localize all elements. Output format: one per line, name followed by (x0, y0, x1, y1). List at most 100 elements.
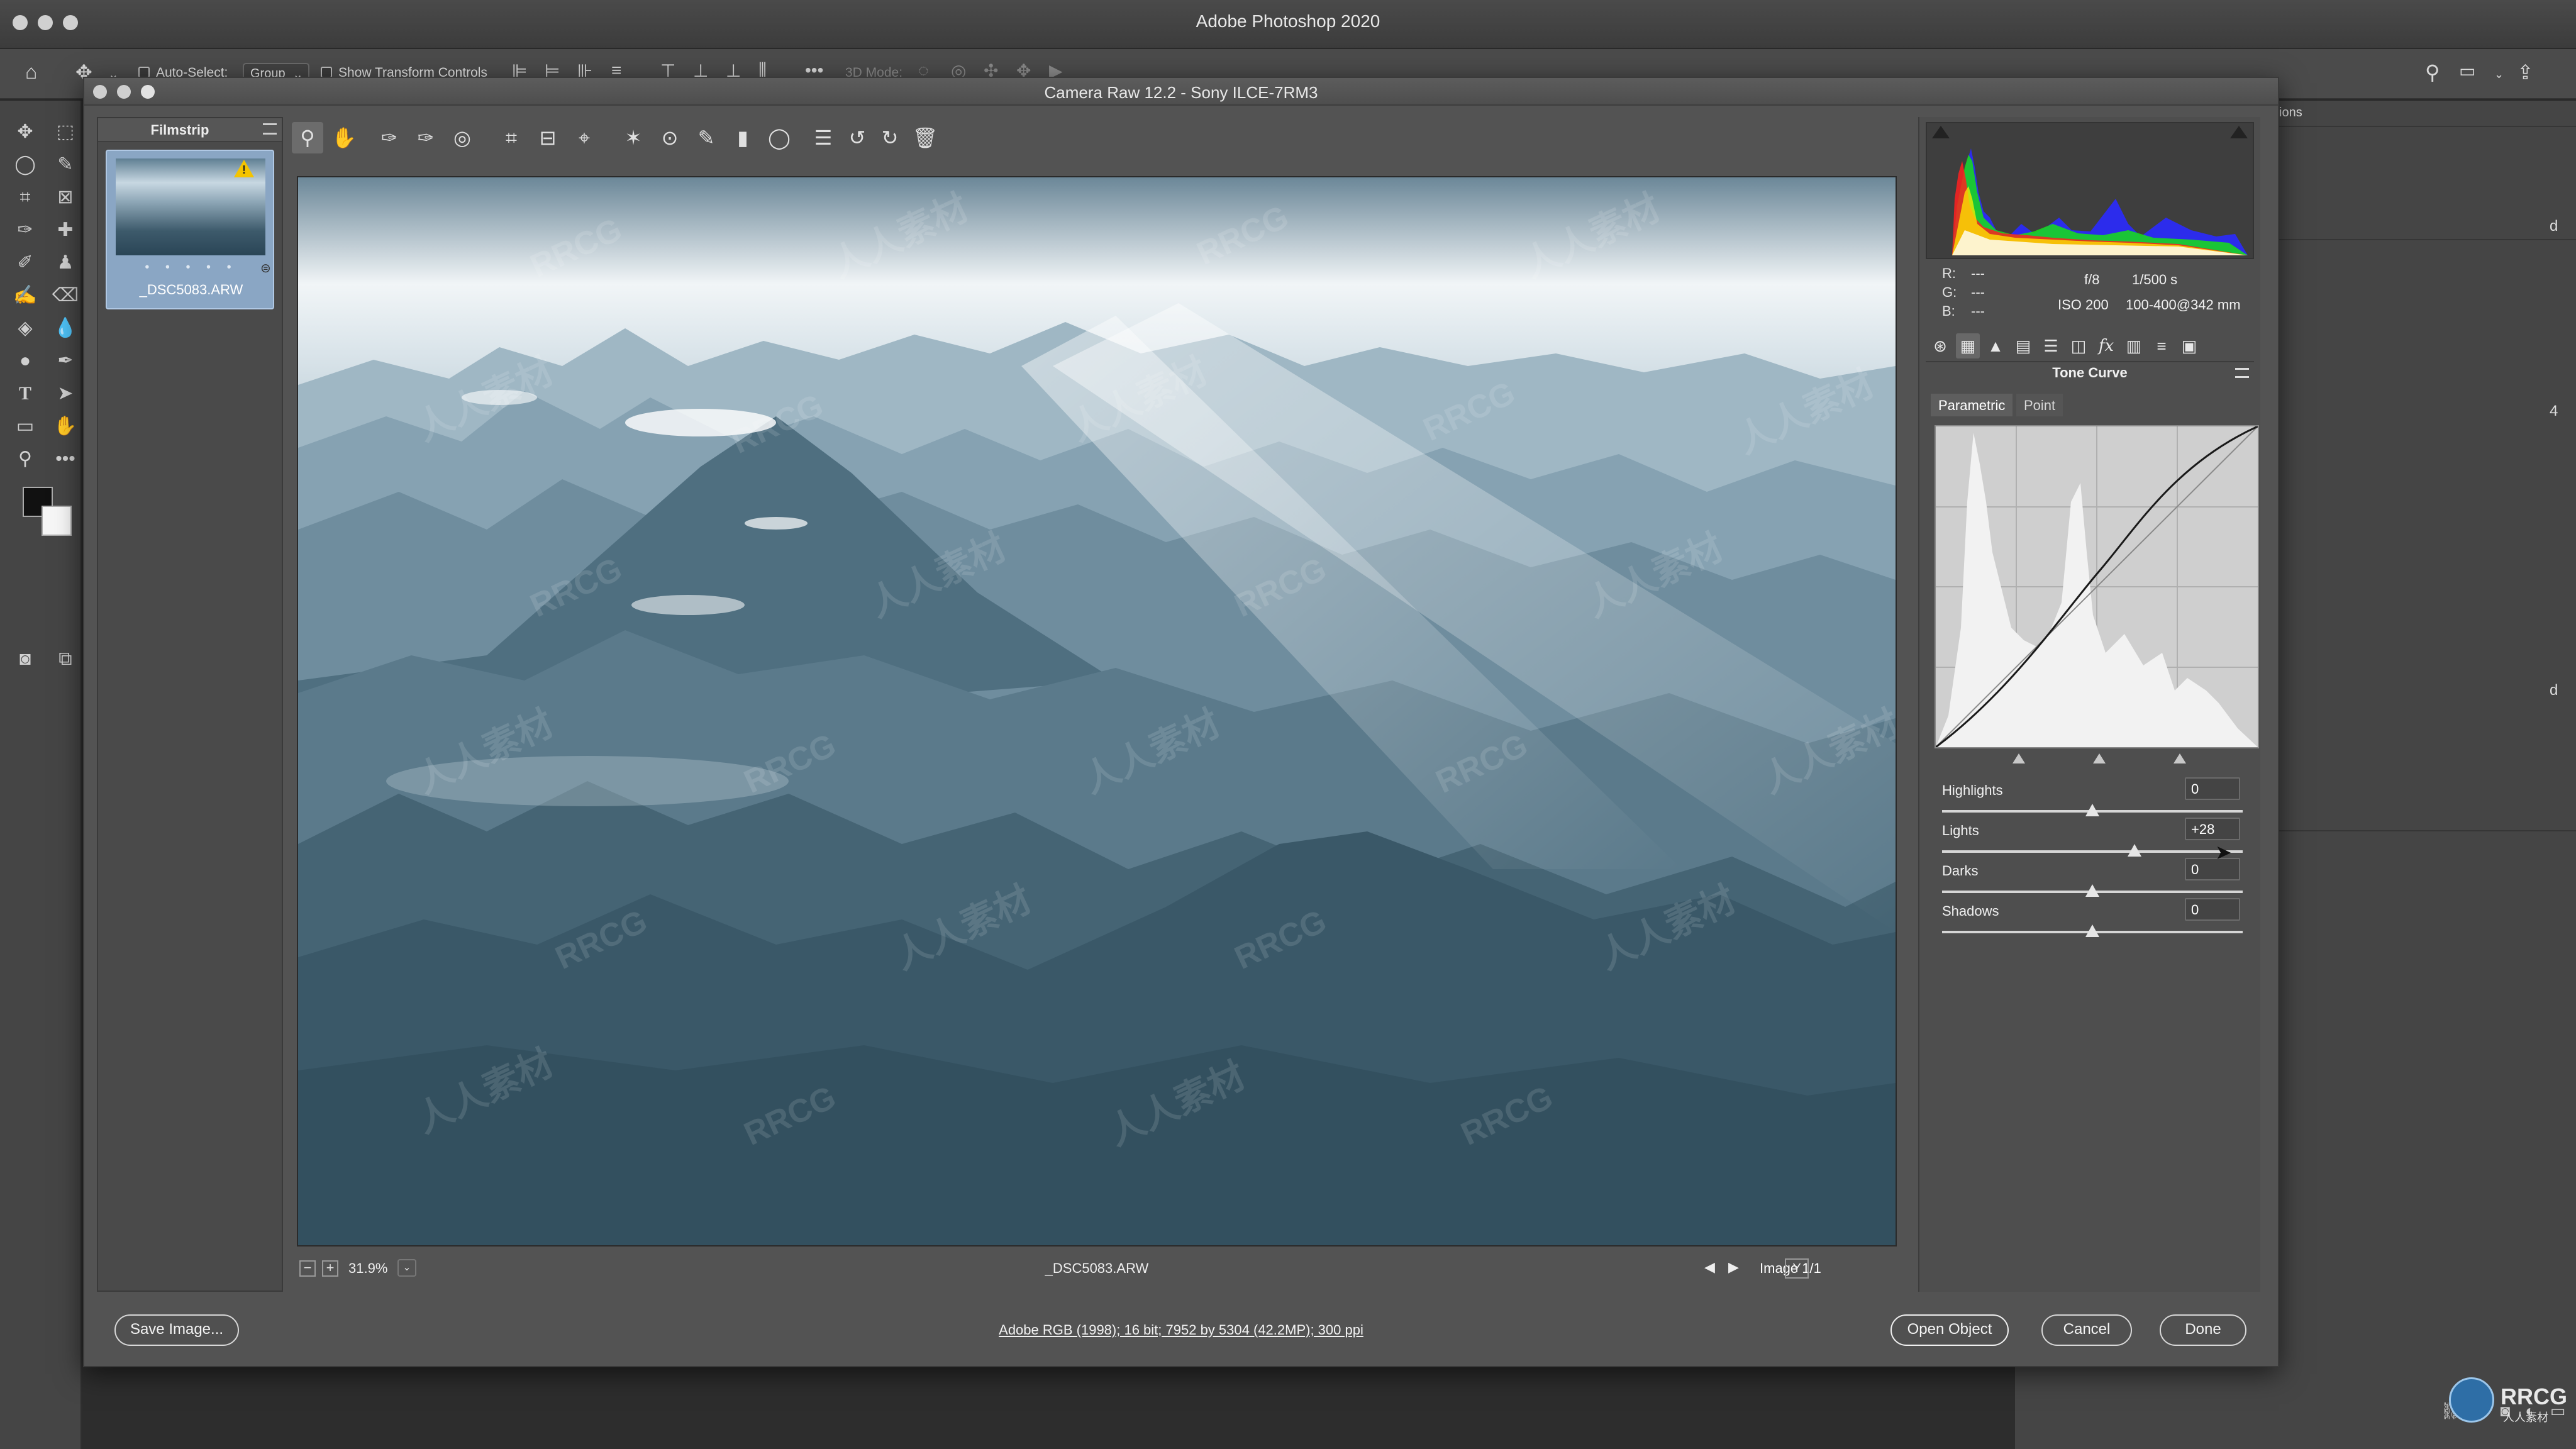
straighten-icon[interactable]: ⊟ (532, 122, 564, 153)
watermark-text: RRCG (726, 387, 829, 461)
dialog-title: Camera Raw 12.2 - Sony ILCE-7RM3 (1044, 83, 1318, 102)
highlights-slider-thumb[interactable] (2085, 804, 2099, 816)
stamp-icon[interactable]: ♟ (52, 249, 79, 277)
screen-mode-icon[interactable]: ⧉ (52, 645, 79, 673)
quick-mask-icon[interactable]: ◙ (11, 645, 39, 673)
cancel-button[interactable]: Cancel (2041, 1314, 2132, 1346)
move-icon[interactable]: ✥ (11, 118, 39, 146)
app-title: Adobe Photoshop 2020 (1196, 11, 1380, 31)
lasso-icon[interactable]: ◯ (11, 151, 39, 179)
red-eye-icon[interactable]: ⊙ (654, 122, 686, 153)
tab-point[interactable]: Point (2016, 394, 2063, 416)
type-icon[interactable]: T (11, 380, 39, 408)
filmstrip-menu-icon[interactable] (263, 123, 277, 135)
paint-bucket-icon[interactable]: ◈ (11, 314, 39, 342)
trash-icon[interactable]: 🗑 (909, 122, 941, 153)
zoom-icon[interactable]: ⚲ (11, 445, 39, 473)
quick-select-icon[interactable]: ✎ (52, 151, 79, 179)
shadows-slider-thumb[interactable] (2085, 924, 2099, 937)
home-icon[interactable]: ⌂ (25, 60, 37, 84)
filmstrip-thumbnail[interactable]: ! • • • • • ⊜ _DSC5083.ARW (106, 150, 274, 309)
lens-corrections-tab-icon[interactable]: ◫ (2067, 333, 2090, 358)
panel-title: Tone Curve (1926, 365, 2254, 387)
zoom-tool-icon[interactable]: ⚲ (292, 122, 323, 153)
hand-icon[interactable]: ✋ (52, 413, 79, 440)
shadows-value[interactable]: 0 (2185, 898, 2240, 921)
highlights-value[interactable]: 0 (2185, 777, 2240, 800)
crop-icon[interactable]: ⌗ (11, 184, 39, 211)
dodge-icon[interactable]: ● (11, 347, 39, 375)
rating-stars[interactable]: • • • • • (107, 260, 275, 275)
rotate-right-icon[interactable]: ↻ (874, 122, 906, 153)
tone-curve-graph[interactable] (1935, 425, 2259, 748)
effects-tab-icon[interactable]: fx (2094, 333, 2118, 358)
lights-slider-track[interactable] (1942, 850, 2243, 853)
split-point-shadows-handle[interactable] (2012, 753, 2025, 763)
next-image-button[interactable]: ▶ (1728, 1259, 1739, 1275)
thumbnail-filename: _DSC5083.ARW (139, 282, 243, 297)
split-point-midtones-handle[interactable] (2093, 753, 2106, 763)
previous-image-button[interactable]: ◀ (1704, 1259, 1715, 1275)
rectangle-icon[interactable]: ▭ (11, 413, 39, 440)
snapshots-tab-icon[interactable]: ▣ (2177, 333, 2201, 358)
transform-icon[interactable]: ⌖ (569, 122, 600, 153)
watermark-text: RRCG (1230, 903, 1332, 977)
spot-removal-icon[interactable]: ✶ (618, 122, 649, 153)
graduated-filter-icon[interactable]: ▮ (727, 122, 758, 153)
split-point-highlights-handle[interactable] (2174, 753, 2186, 763)
detail-tab-icon[interactable]: ▲ (1984, 333, 2007, 358)
crop-tool-icon[interactable]: ⌗ (496, 122, 527, 153)
preview-area[interactable]: RRCG 人人素材 RRCG 人人素材 人人素材 RRCG 人人素材 RRCG 人人素材 RRCG… (297, 176, 1897, 1246)
targeted-adjustment-icon[interactable]: ◎ (447, 122, 478, 153)
b-value: --- (1971, 303, 1985, 319)
watermark-text: 人人素材 (1064, 350, 1214, 449)
background-color-swatch[interactable] (42, 506, 72, 536)
search-icon[interactable]: ⚲ (2425, 60, 2440, 84)
workspace-icon[interactable]: ▭ (2459, 60, 2475, 81)
hand-tool-icon[interactable]: ✋ (328, 122, 360, 153)
watermark-text: 人人素材 (1756, 702, 1896, 801)
iso: ISO 200 (2058, 297, 2109, 313)
blur-icon[interactable]: 💧 (52, 314, 79, 342)
shadow-clipping-warning-icon[interactable] (1932, 126, 1950, 138)
frame-icon[interactable]: ⊠ (52, 184, 79, 211)
rotate-left-icon[interactable]: ↺ (841, 122, 873, 153)
calibration-tab-icon[interactable]: ▥ (2122, 333, 2146, 358)
white-balance-icon[interactable]: ✑ (374, 122, 405, 153)
path-select-icon[interactable]: ➤ (52, 380, 79, 408)
pen-icon[interactable]: ✒ (52, 347, 79, 375)
tab-parametric[interactable]: Parametric (1931, 394, 2013, 416)
workspace-chevron-icon[interactable]: ⌄ (2494, 68, 2504, 81)
adjustment-brush-icon[interactable]: ✎ (691, 122, 722, 153)
split-toning-tab-icon[interactable]: ☰ (2039, 333, 2063, 358)
preferences-icon[interactable]: ☰ (808, 122, 839, 153)
panel-side-text: 4 (2550, 402, 2558, 419)
color-sampler-icon[interactable]: ✑ (410, 122, 441, 153)
r-label: R: (1942, 265, 1956, 281)
tone-curve-tab-icon[interactable]: ▦ (1956, 333, 1980, 358)
done-button[interactable]: Done (2160, 1314, 2246, 1346)
before-after-toggle-icon[interactable]: Y (1785, 1258, 1809, 1279)
presets-tab-icon[interactable]: ≡ (2150, 333, 2174, 358)
highlight-clipping-warning-icon[interactable] (2230, 126, 2248, 138)
panel-menu-icon[interactable] (2235, 368, 2249, 378)
watermark-text: 人人素材 (1592, 879, 1742, 977)
eyedropper-icon[interactable]: ✑ (11, 216, 39, 244)
darks-slider-thumb[interactable] (2085, 884, 2099, 897)
share-icon[interactable]: ⇪ (2517, 60, 2534, 84)
eraser-icon[interactable]: ⌫ (52, 282, 79, 309)
watermark-text: 人人素材 (825, 187, 975, 286)
brush-icon[interactable]: ✐ (11, 249, 39, 277)
watermark-text: 人人素材 (1077, 702, 1226, 801)
more-tools-icon[interactable]: ••• (52, 445, 79, 473)
basic-tab-icon[interactable]: ⊛ (1928, 333, 1952, 358)
hsl-tab-icon[interactable]: ▤ (2011, 333, 2035, 358)
adjustments-panel: R: G: B: --- --- --- f/8 1/500 s ISO 200… (1918, 117, 2260, 1292)
radial-filter-icon[interactable]: ◯ (763, 122, 795, 153)
history-brush-icon[interactable]: ✍ (11, 282, 39, 309)
open-object-button[interactable]: Open Object (1890, 1314, 2009, 1346)
lights-slider-thumb[interactable] (2127, 844, 2141, 857)
marquee-icon[interactable]: ⬚ (52, 118, 79, 146)
lights-value[interactable]: +28 (2185, 818, 2240, 840)
healing-icon[interactable]: ✚ (52, 216, 79, 244)
